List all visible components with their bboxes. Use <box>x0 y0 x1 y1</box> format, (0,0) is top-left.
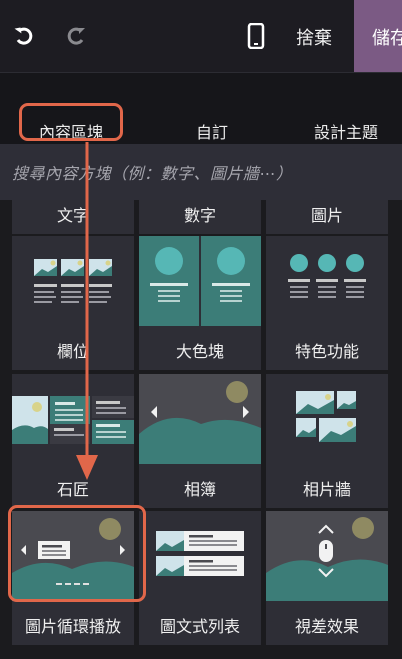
guide-arrow-icon <box>76 142 98 480</box>
